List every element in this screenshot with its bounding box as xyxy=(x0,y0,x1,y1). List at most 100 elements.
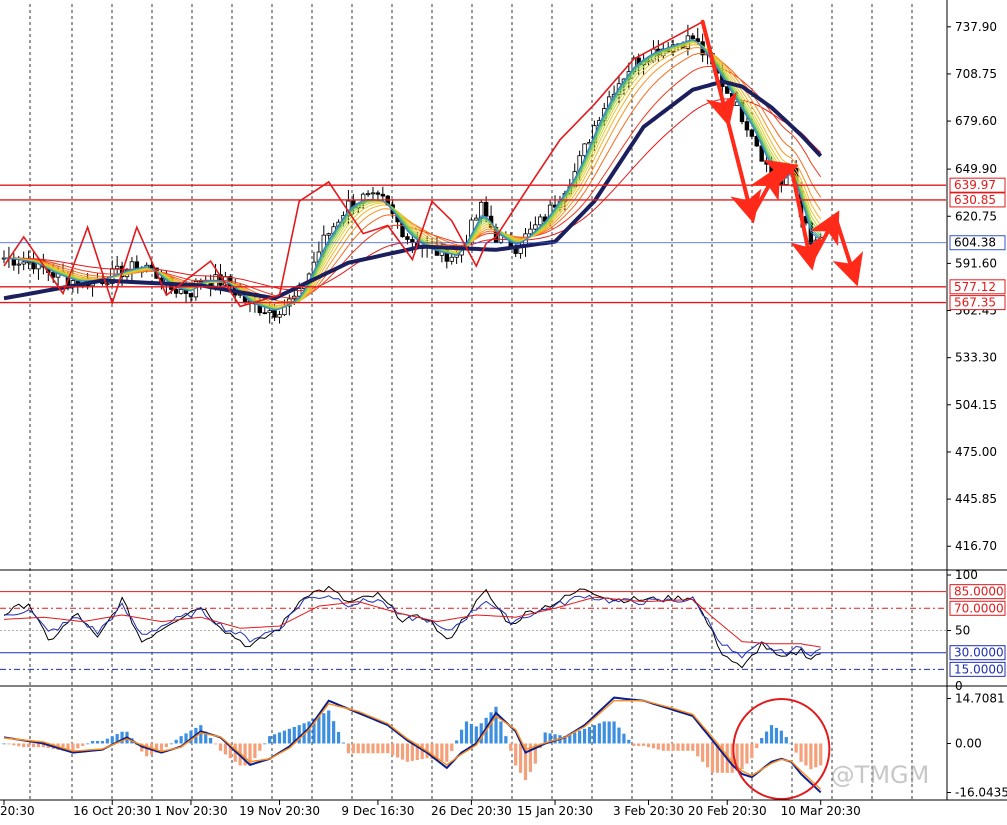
candle-body-107 xyxy=(528,228,533,235)
macd-bar-3 xyxy=(17,743,21,747)
candle-body-40 xyxy=(198,280,203,283)
time-label-8: 20 Feb 20:30 xyxy=(688,804,767,818)
price-tick-label-10: 445.85 xyxy=(955,492,997,506)
macd-bar-19 xyxy=(95,741,100,744)
macd-bar-4 xyxy=(22,743,26,748)
candle-body-109 xyxy=(538,216,543,226)
macd-bar-138 xyxy=(681,743,685,751)
macd-bar-102 xyxy=(504,736,508,744)
price-tick-label-11: 416.70 xyxy=(955,539,997,553)
macd-bar-110 xyxy=(543,732,547,744)
price-tick-label-4: 620.75 xyxy=(955,209,997,223)
macd-bar-159 xyxy=(784,737,788,744)
macd-bar-112 xyxy=(553,734,557,744)
macd-bar-76 xyxy=(376,743,380,754)
candle-body-152 xyxy=(749,129,755,137)
macd-bar-91 xyxy=(450,743,454,752)
macd-bar-140 xyxy=(691,743,695,751)
macd-bar-75 xyxy=(371,743,375,754)
time-label-4: 9 Dec 16:30 xyxy=(341,804,414,818)
macd-bar-69 xyxy=(341,742,346,744)
candle-body-56 xyxy=(277,314,282,318)
macd-bar-7 xyxy=(36,743,41,748)
macd-bar-119 xyxy=(587,726,592,744)
macd-bar-158 xyxy=(779,730,783,744)
candle-body-38 xyxy=(188,293,194,298)
macd-bar-93 xyxy=(459,729,464,744)
price-tick-label-5: 591.60 xyxy=(955,256,997,270)
macd-bar-53 xyxy=(263,743,267,745)
macd-bar-118 xyxy=(582,728,587,744)
macd-bar-104 xyxy=(514,743,518,766)
macd-bar-141 xyxy=(696,743,700,757)
macd-bar-99 xyxy=(489,712,493,744)
macd-bar-78 xyxy=(386,743,390,754)
macd-bar-0 xyxy=(2,743,6,745)
macd-bar-79 xyxy=(391,743,395,756)
macd-bar-120 xyxy=(592,725,596,744)
macd-bar-29 xyxy=(145,743,149,757)
macd-bar-134 xyxy=(661,743,665,751)
trading-chart: 737.90 708.75 679.60 649.90 620.75 591.60 562.… xyxy=(0,0,1007,821)
macd-bar-94 xyxy=(464,721,469,744)
macd-bar-65 xyxy=(322,713,326,744)
macd-bar-42 xyxy=(209,737,213,744)
candle-body-53 xyxy=(262,312,267,315)
macd-bar-72 xyxy=(356,743,360,754)
macd-bar-77 xyxy=(381,743,385,754)
macd-bar-36 xyxy=(179,736,183,744)
macd-bar-143 xyxy=(705,743,710,768)
candle-body-108 xyxy=(533,224,538,230)
price-tick-label-0: 737.90 xyxy=(955,20,997,34)
osc-level-tag-1: 70.0000 xyxy=(954,601,1004,615)
macd-bar-127 xyxy=(627,739,631,744)
macd-bar-64 xyxy=(317,715,321,744)
macd-bar-21 xyxy=(105,738,109,744)
macd-bar-62 xyxy=(307,721,311,744)
macd-bar-71 xyxy=(351,743,355,754)
macd-bar-17 xyxy=(86,743,90,745)
macd-bar-123 xyxy=(607,721,611,744)
macd-bar-51 xyxy=(253,743,257,759)
candle-body-23 xyxy=(114,265,120,270)
osc-level-tag-0: 85.0000 xyxy=(954,585,1004,599)
time-label-7: 3 Feb 20:30 xyxy=(613,804,684,818)
price-level-tag-3: 577.12 xyxy=(954,280,996,294)
macd-bar-125 xyxy=(617,727,621,744)
candle-body-3 xyxy=(16,263,21,266)
candle-body-155 xyxy=(764,160,769,165)
macd-bar-22 xyxy=(110,736,114,744)
candle-body-96 xyxy=(474,217,479,221)
price-tick-label-3: 649.90 xyxy=(955,162,997,176)
macd-tick-label-0: 14.7081 xyxy=(955,692,1005,706)
price-level-tag-2: 604.38 xyxy=(954,236,996,250)
macd-bar-90 xyxy=(445,743,449,762)
macd-bar-126 xyxy=(622,733,626,744)
macd-bar-2 xyxy=(12,743,16,746)
osc-tick-label-1: 50 xyxy=(955,624,970,638)
candle-body-140 xyxy=(690,35,695,40)
price-tick-label-7: 533.30 xyxy=(955,351,997,365)
macd-bar-150 xyxy=(740,743,744,770)
candle-body-66 xyxy=(326,233,331,236)
macd-bar-92 xyxy=(455,740,459,744)
macd-bar-139 xyxy=(686,743,690,751)
macd-bar-155 xyxy=(765,731,769,744)
macd-bar-45 xyxy=(223,743,227,755)
macd-bar-151 xyxy=(745,743,749,764)
candle-body-77 xyxy=(380,193,386,197)
macd-bar-101 xyxy=(499,721,503,744)
candle-body-82 xyxy=(405,236,410,240)
macd-bar-103 xyxy=(509,743,513,751)
macd-tick-label-1: 0.00 xyxy=(955,736,982,750)
osc-level-tag-3: 15.0000 xyxy=(954,662,1004,676)
candle-body-55 xyxy=(272,310,277,318)
macd-bar-95 xyxy=(469,723,473,744)
macd-bar-73 xyxy=(361,743,365,754)
macd-bar-20 xyxy=(100,741,104,744)
macd-bar-135 xyxy=(666,743,670,751)
candle-body-98 xyxy=(483,201,489,217)
macd-bar-131 xyxy=(646,743,651,748)
macd-bar-68 xyxy=(336,731,341,744)
macd-bar-58 xyxy=(287,728,291,744)
